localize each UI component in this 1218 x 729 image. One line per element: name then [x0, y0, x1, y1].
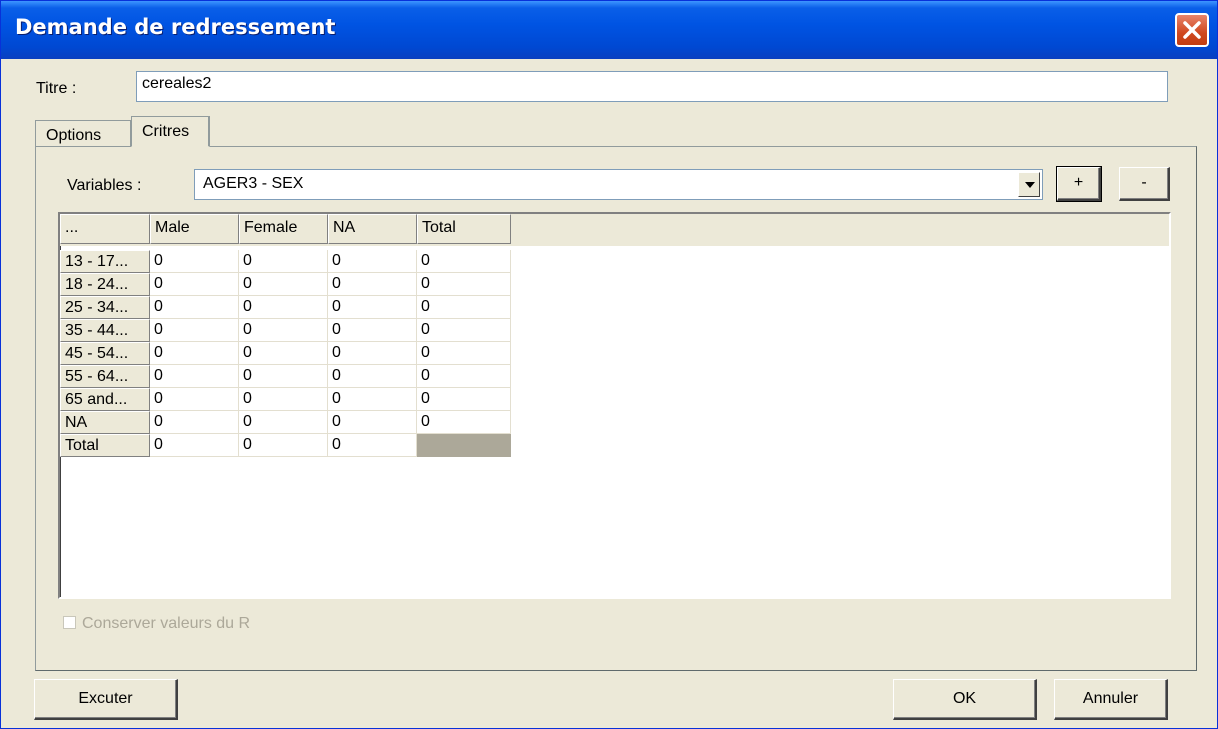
grid-cell[interactable]: 0	[328, 365, 417, 388]
grid-cell[interactable]: 0	[150, 273, 239, 296]
criteria-grid[interactable]: ... Male Female NA Total 13 - 17... 0 0 …	[58, 212, 1171, 599]
row-header[interactable]: 35 - 44...	[60, 319, 150, 342]
grid-cell[interactable]: 0	[150, 319, 239, 342]
grid-cell[interactable]: 0	[417, 296, 511, 319]
titre-label: Titre :	[36, 80, 77, 97]
grid-cell[interactable]: 0	[239, 365, 328, 388]
grid-cell[interactable]: 0	[150, 388, 239, 411]
row-header[interactable]: 65 and...	[60, 388, 150, 411]
execute-button[interactable]: Excuter	[34, 679, 178, 720]
grid-cell[interactable]: 0	[328, 388, 417, 411]
row-header[interactable]: 45 - 54...	[60, 342, 150, 365]
grid-corner-header: ...	[60, 214, 150, 244]
grid-cell[interactable]: 0	[417, 273, 511, 296]
grid-cell[interactable]: 0	[239, 342, 328, 365]
cancel-button[interactable]: Annuler	[1054, 679, 1168, 720]
variables-select[interactable]: AGER3 - SEX	[194, 169, 1043, 200]
grid-cell[interactable]: 0	[239, 434, 328, 457]
column-header[interactable]: Female	[239, 214, 328, 244]
grid-cell[interactable]: 0	[328, 342, 417, 365]
dialog-window: Demande de redressement Titre : cereales…	[0, 0, 1218, 729]
conserver-checkbox-label: Conserver valeurs du R	[82, 615, 251, 632]
grid-cell[interactable]: 0	[417, 411, 511, 434]
grid-cell[interactable]: 0	[239, 296, 328, 319]
conserver-checkbox: Conserver valeurs du R	[63, 615, 250, 633]
ok-button[interactable]: OK	[893, 679, 1037, 720]
grid-cell[interactable]: 0	[239, 388, 328, 411]
column-header[interactable]: NA	[328, 214, 417, 244]
row-header[interactable]: 25 - 34...	[60, 296, 150, 319]
row-header[interactable]: 18 - 24...	[60, 273, 150, 296]
add-variable-button[interactable]: +	[1056, 166, 1102, 202]
remove-variable-button[interactable]: -	[1119, 167, 1170, 201]
grid-cell[interactable]: 0	[417, 319, 511, 342]
grid-cell[interactable]: 0	[239, 319, 328, 342]
grid-cell[interactable]: 0	[417, 250, 511, 273]
grid-cell[interactable]: 0	[239, 273, 328, 296]
grid-cell[interactable]: 0	[150, 250, 239, 273]
row-header[interactable]: 55 - 64...	[60, 365, 150, 388]
row-header[interactable]: NA	[60, 411, 150, 434]
close-button[interactable]	[1175, 13, 1209, 47]
close-icon	[1183, 21, 1201, 39]
grid-cell[interactable]: 0	[417, 365, 511, 388]
grid-cell[interactable]: 0	[417, 342, 511, 365]
grid-cell[interactable]: 0	[239, 411, 328, 434]
dropdown-arrow-button[interactable]	[1018, 172, 1040, 197]
grid-cell[interactable]: 0	[328, 411, 417, 434]
titre-input[interactable]: cereales2	[136, 71, 1168, 102]
grid-cell[interactable]: 0	[328, 319, 417, 342]
variables-label: Variables :	[67, 177, 142, 194]
grid-cell[interactable]: 0	[150, 296, 239, 319]
column-header[interactable]: Total	[417, 214, 511, 244]
grid-cell[interactable]: 0	[328, 296, 417, 319]
title-bar[interactable]: Demande de redressement	[1, 1, 1217, 59]
tab-critres[interactable]: Critres	[131, 116, 210, 147]
grid-cell[interactable]: 0	[150, 342, 239, 365]
grid-cell-total-total	[417, 434, 511, 457]
grid-cell[interactable]: 0	[150, 434, 239, 457]
window-title: Demande de redressement	[15, 15, 336, 39]
grid-cell[interactable]: 0	[239, 250, 328, 273]
grid-cell[interactable]: 0	[417, 388, 511, 411]
chevron-down-icon	[1025, 182, 1035, 188]
variables-selected-value: AGER3 - SEX	[203, 175, 304, 192]
row-header[interactable]: Total	[60, 434, 150, 457]
grid-cell[interactable]: 0	[150, 411, 239, 434]
checkbox-icon	[63, 616, 76, 629]
grid-cell[interactable]: 0	[328, 273, 417, 296]
grid-cell[interactable]: 0	[328, 434, 417, 457]
row-header[interactable]: 13 - 17...	[60, 250, 150, 273]
column-header[interactable]: Male	[150, 214, 239, 244]
grid-cell[interactable]: 0	[328, 250, 417, 273]
tab-options-label: Options	[46, 127, 102, 144]
grid-cell[interactable]: 0	[150, 365, 239, 388]
tab-critres-label: Critres	[142, 123, 190, 140]
